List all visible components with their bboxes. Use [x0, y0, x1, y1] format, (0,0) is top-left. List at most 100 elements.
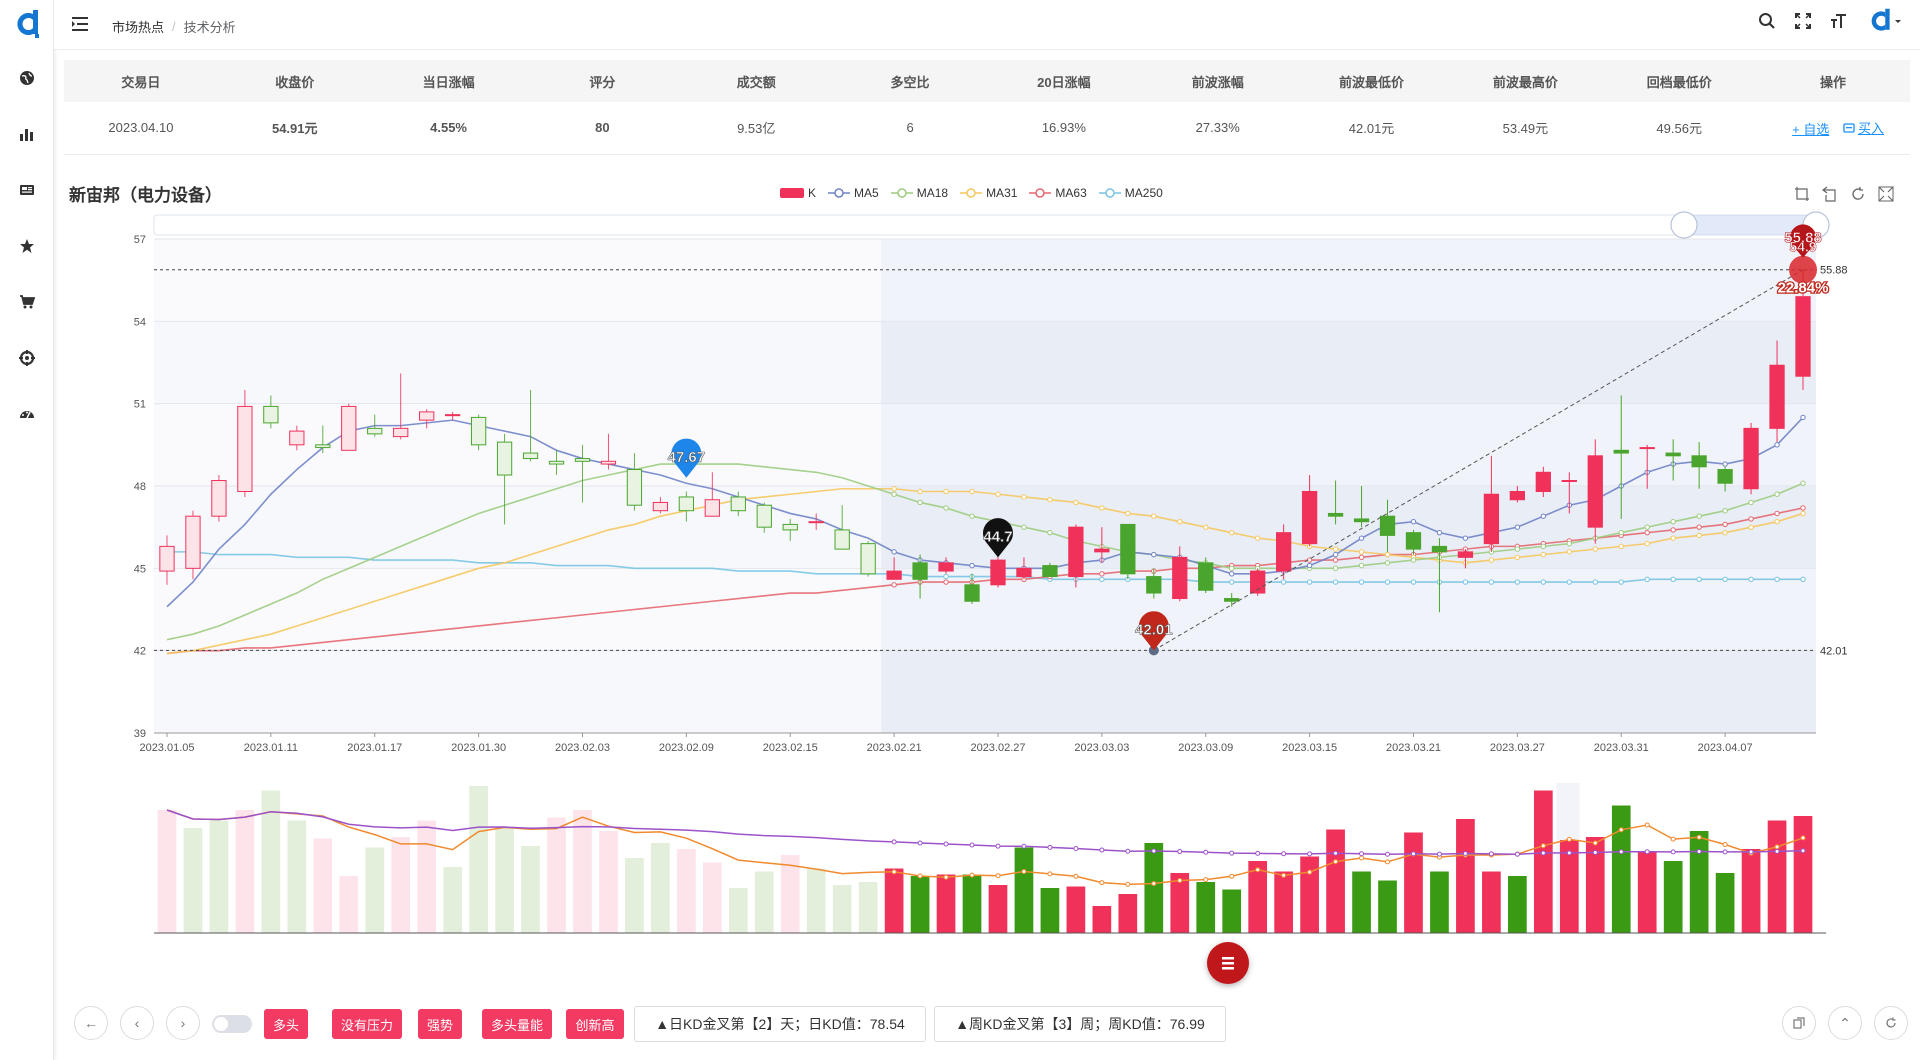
floating-menu-button[interactable] — [1207, 942, 1249, 984]
ma5-point — [1306, 562, 1313, 569]
ma18-point — [1021, 524, 1027, 530]
kline-chart[interactable]: 57 54 51 48 45 42 39 2023.01.05 2023.01.11 2023.0… — [54, 205, 1920, 945]
app-root: 市场热点 / 技术分析 交易日 收盘价 当日涨幅 评分 成交额 多空比 20日涨… — [0, 0, 1920, 1060]
restore-icon[interactable] — [1850, 186, 1866, 202]
volume-ma-short-point — [1151, 881, 1157, 886]
x-tick-label: 2023.03.09 — [1178, 742, 1233, 754]
volume-ma-long-point — [1099, 847, 1105, 853]
user-avatar[interactable] — [1864, 8, 1904, 32]
ma250-point — [1280, 579, 1287, 585]
candle-body — [1016, 567, 1032, 578]
col-header: 当日涨幅 — [371, 60, 526, 102]
ma5-point — [1800, 414, 1806, 421]
candle-body — [1743, 427, 1759, 490]
volume-ma-long-point — [1566, 850, 1572, 856]
target-icon[interactable] — [15, 346, 39, 370]
volume-ma-short-point — [1177, 878, 1183, 883]
volume-bar — [495, 826, 514, 933]
star-icon[interactable] — [15, 234, 39, 258]
volume-ma-short-point — [1281, 872, 1287, 878]
volume-ma-long-point — [1203, 849, 1209, 855]
weekly-kd-info: ▲周KD金叉第【3】周；周KD值：76.99 — [934, 1006, 1226, 1042]
ma18-point — [1800, 480, 1806, 486]
ma18-point — [1358, 562, 1365, 569]
volume-ma-long-point — [1021, 843, 1027, 849]
dashboard-icon[interactable] — [15, 402, 39, 426]
volume-ma-long-point — [1307, 851, 1313, 857]
candle-body — [1172, 556, 1188, 600]
candle-body — [1795, 296, 1811, 377]
x-tick-label: 2023.02.27 — [970, 742, 1025, 754]
summary-table: 交易日 收盘价 当日涨幅 评分 成交额 多空比 20日涨幅 前波涨幅 前波最低价… — [64, 60, 1910, 155]
font-size-icon[interactable] — [1828, 10, 1850, 32]
next-button[interactable]: › — [166, 1006, 200, 1040]
grid-band — [154, 239, 1816, 322]
legend-item-k[interactable]: K — [780, 186, 816, 200]
candle-body — [1275, 532, 1292, 572]
toggle-switch[interactable] — [212, 1015, 252, 1033]
volume-ma-short-point — [1359, 855, 1365, 861]
ma31-point — [1696, 532, 1702, 539]
ma18-point — [1644, 524, 1650, 530]
app-logo[interactable] — [11, 8, 43, 40]
top-icons — [1756, 8, 1904, 32]
legend-item-ma5[interactable]: MA5 — [828, 186, 879, 200]
prev-wave-high-cell: 53.49元 — [1448, 102, 1603, 155]
copy-button[interactable] — [1782, 1006, 1816, 1040]
volume-bar — [521, 846, 540, 933]
volume-ma-short-point — [917, 873, 923, 879]
candle-body — [315, 444, 331, 449]
volume-bar — [988, 885, 1008, 933]
volume-bar — [910, 876, 930, 933]
col-header: 多空比 — [833, 60, 987, 102]
ma18-point — [1047, 529, 1053, 536]
breadcrumb-parent[interactable]: 市场热点 — [112, 17, 164, 36]
x-tick-label: 2023.03.03 — [1074, 742, 1129, 754]
legend-label: MA63 — [1055, 186, 1087, 200]
legend-item-ma63[interactable]: MA63 — [1029, 186, 1087, 200]
legend-item-ma31[interactable]: MA31 — [960, 186, 1017, 200]
legend-item-ma18[interactable]: MA18 — [890, 186, 948, 200]
scroll-top-button[interactable]: ⌃ — [1828, 1006, 1862, 1040]
menu-toggle-icon[interactable] — [70, 14, 90, 34]
volume-ma-long-point — [1514, 851, 1520, 857]
x-tick-label: 2023.02.21 — [867, 742, 922, 754]
candle-body — [393, 427, 409, 438]
ma5-point — [1722, 461, 1728, 467]
ma18-point — [943, 505, 949, 511]
news-icon[interactable] — [15, 178, 39, 202]
buy-link[interactable]: 买入 — [1843, 118, 1884, 137]
prev-button[interactable]: ‹ — [120, 1006, 154, 1040]
add-watchlist-link[interactable]: + 自选 — [1792, 122, 1829, 137]
search-icon[interactable] — [1756, 10, 1778, 32]
fullscreen-icon[interactable] — [1792, 10, 1814, 32]
volume-ma-long-point — [1722, 849, 1728, 855]
save-image-icon[interactable] — [1878, 186, 1894, 202]
ma63-point — [1670, 527, 1676, 533]
legend-item-ma250[interactable]: MA250 — [1098, 186, 1163, 200]
chevron-up-icon: ⌃ — [1839, 1014, 1851, 1031]
zoom-reset-icon[interactable] — [1822, 186, 1838, 202]
zoom-select-icon[interactable] — [1794, 186, 1810, 202]
legend-label: MA5 — [854, 186, 879, 200]
bar-chart-icon[interactable] — [15, 122, 39, 146]
col-header: 前波最高价 — [1448, 60, 1603, 102]
ma5-point — [1332, 551, 1339, 558]
ma31-point — [943, 488, 949, 495]
candle-body — [1587, 455, 1603, 528]
globe-icon[interactable] — [15, 66, 39, 90]
ma31-point — [1047, 497, 1053, 503]
ma31-point — [1800, 510, 1806, 517]
volume-ma-short-point — [995, 873, 1001, 879]
x-tick-label: 2023.01.17 — [347, 742, 402, 754]
refresh-button[interactable] — [1874, 1006, 1908, 1040]
chevron-down-icon[interactable] — [1894, 17, 1902, 25]
back-button[interactable]: ← — [74, 1006, 108, 1040]
col-header: 回档最低价 — [1602, 60, 1757, 102]
ma5-point — [891, 549, 897, 555]
table-header-row: 交易日 收盘价 当日涨幅 评分 成交额 多空比 20日涨幅 前波涨幅 前波最低价… — [64, 60, 1910, 102]
ma63-point — [1800, 505, 1806, 511]
cart-icon[interactable] — [15, 290, 39, 314]
ma31-point — [1774, 518, 1780, 525]
volume-ma-long-point — [891, 839, 897, 845]
